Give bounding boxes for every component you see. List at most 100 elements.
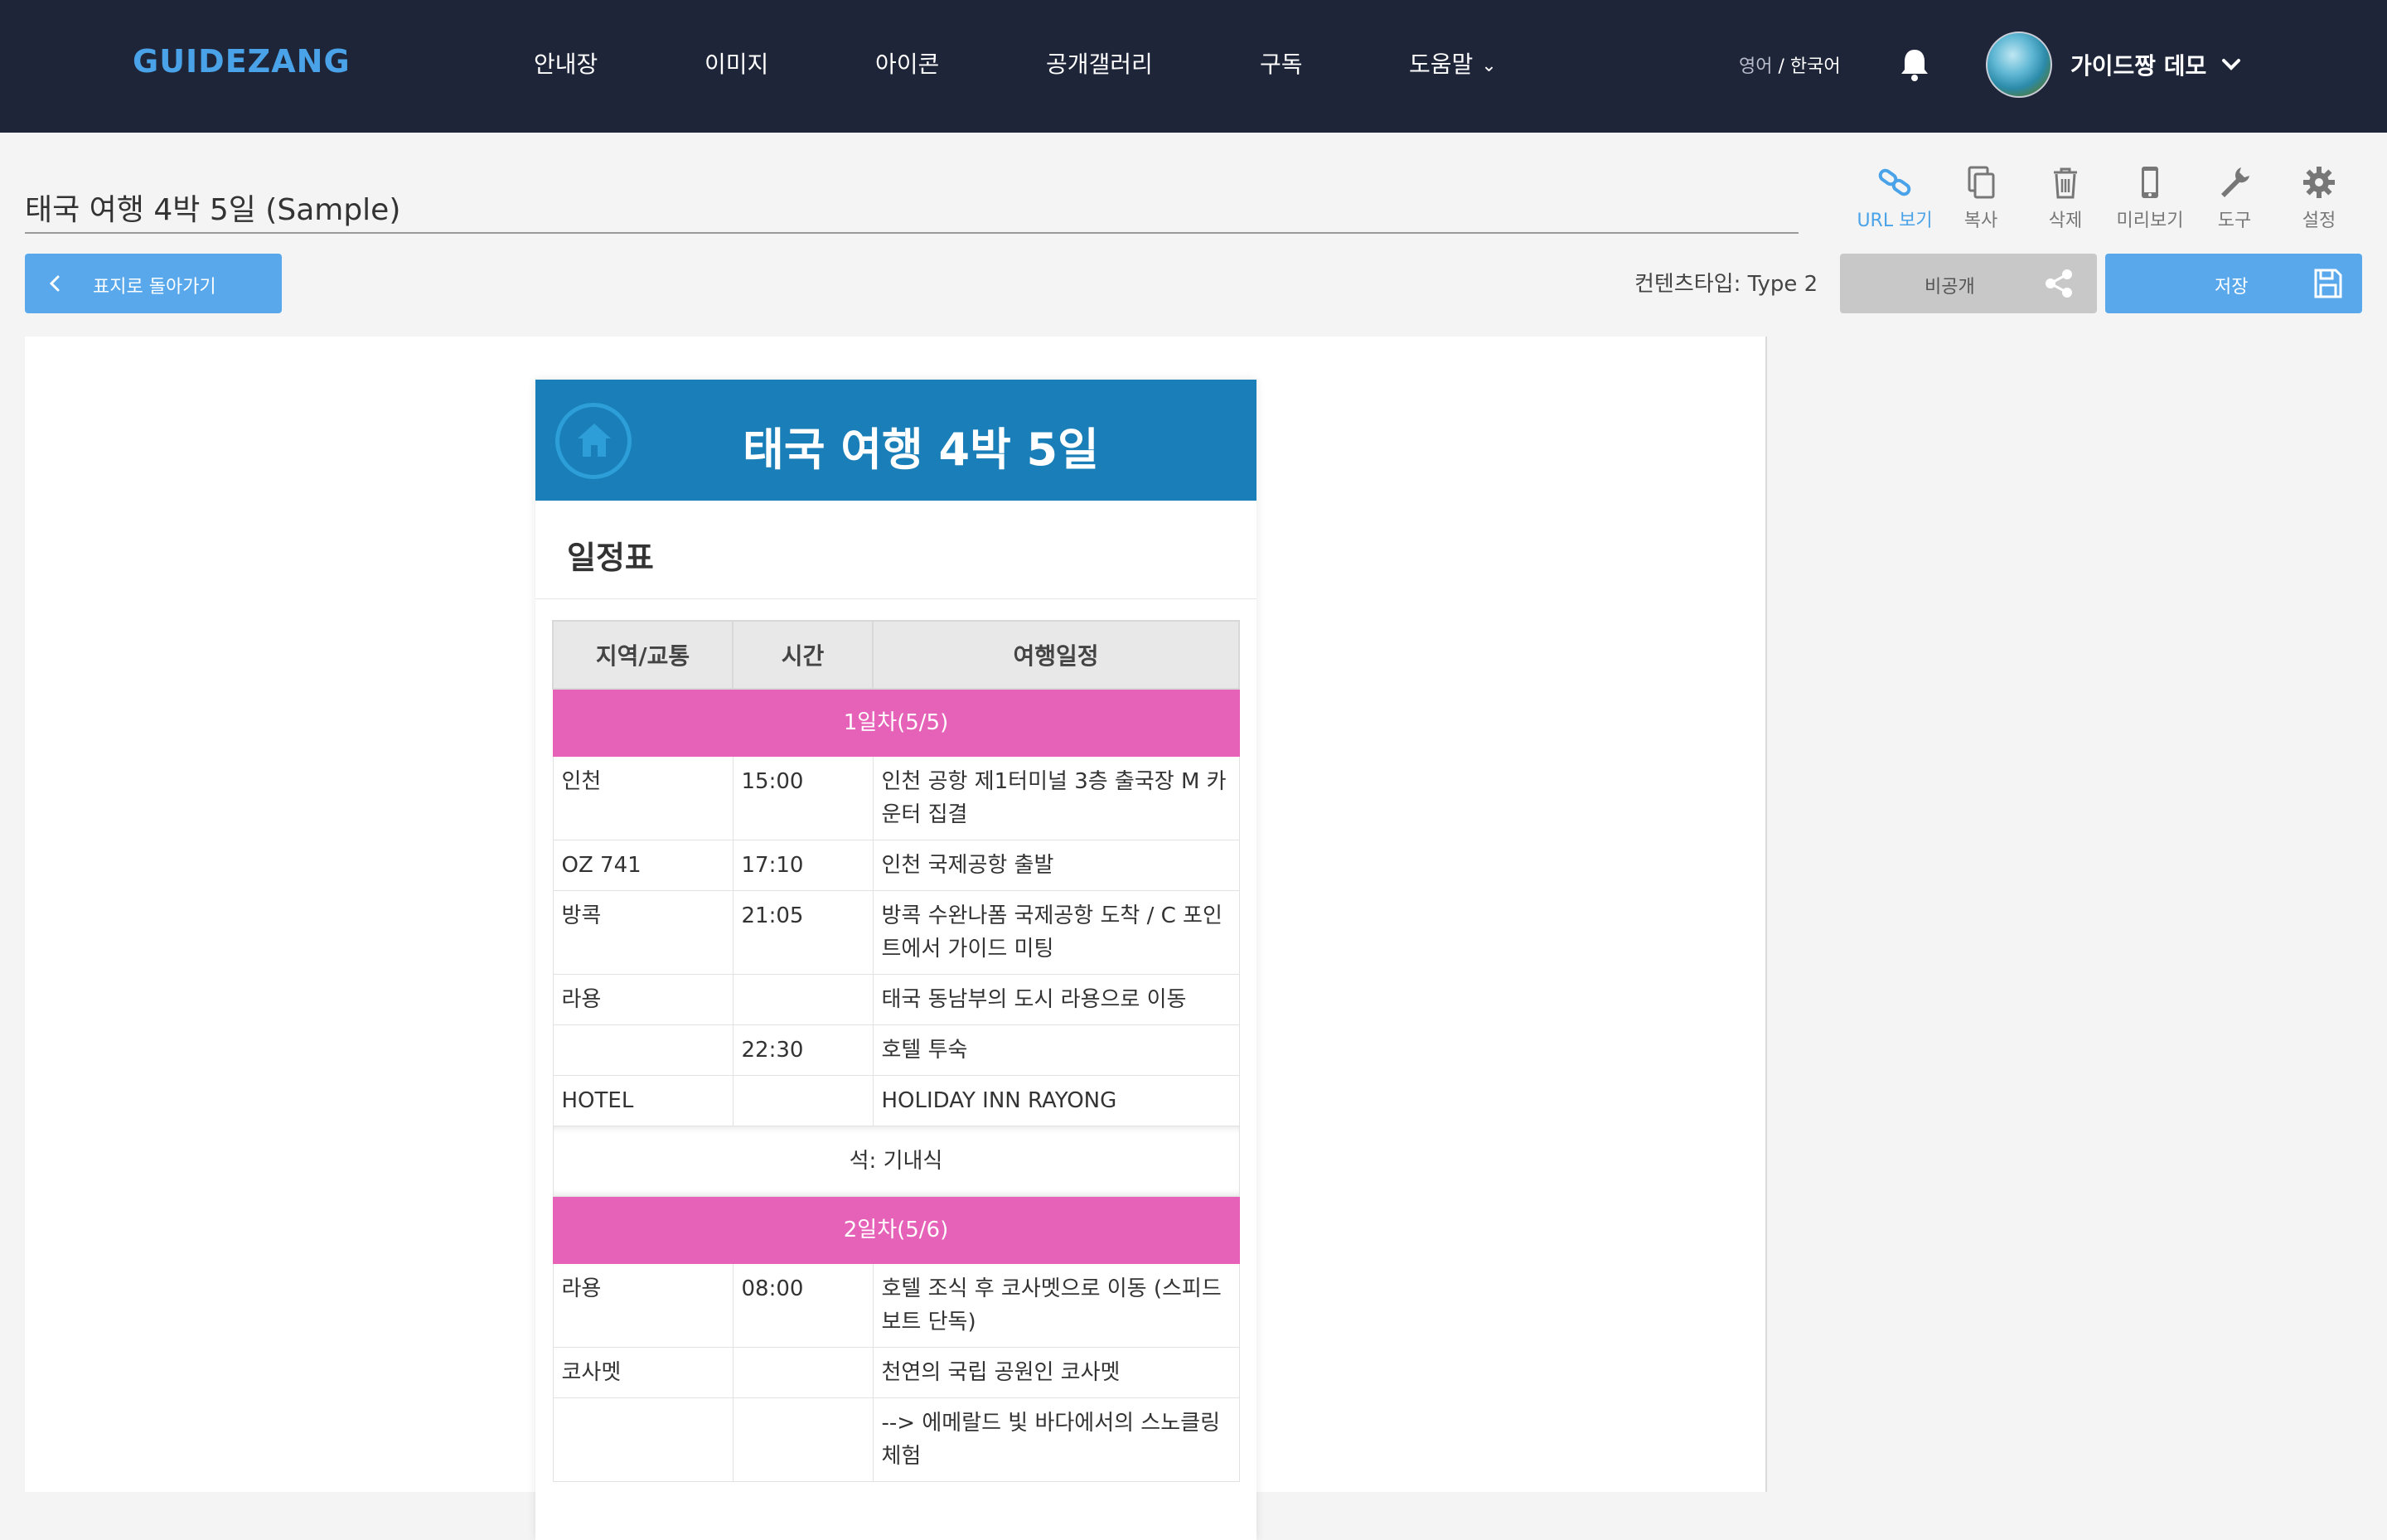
table-row: 방콕 21:05 방콕 수완나폼 국제공항 도착 / C 포인트에서 가이드 미…: [552, 890, 1240, 975]
settings-button[interactable]: 설정: [2278, 164, 2360, 232]
card-title: 태국 여행 4박 5일: [743, 424, 1099, 476]
cell-region: HOTEL: [552, 1075, 734, 1126]
title-underline: [25, 232, 1799, 234]
cell-time: 22:30: [732, 1024, 874, 1076]
lang-english[interactable]: 영어: [1739, 56, 1772, 77]
header-itinerary: 여행일정: [872, 620, 1240, 690]
nav-item-public-gallery[interactable]: 공개갤러리: [1046, 46, 1153, 80]
document-title[interactable]: 태국 여행 4박 5일 (Sample): [25, 186, 400, 229]
cell-time: 08:00: [732, 1263, 874, 1348]
day-label: 2일차(5/6): [552, 1196, 1240, 1264]
avatar[interactable]: [1986, 31, 2052, 98]
save-label: 저장: [2215, 277, 2249, 298]
cell-time: [732, 1075, 874, 1126]
nav-item-help[interactable]: 도움말 ⌄: [1409, 46, 1497, 80]
share-icon: [2046, 269, 2072, 298]
cell-region: 라용: [552, 1263, 734, 1348]
save-disk-icon: [2314, 269, 2342, 298]
logo[interactable]: GUIDEZANG: [133, 43, 351, 80]
user-name[interactable]: 가이드짱 데모: [2070, 48, 2206, 81]
url-view-label: URL 보기: [1857, 211, 1933, 231]
cell-time: [732, 974, 874, 1025]
day-row: 1일차(5/5): [552, 688, 1240, 757]
copy-button[interactable]: 복사: [1939, 164, 2022, 232]
table-row: --> 에메랄드 빛 바다에서의 스노클링 체험: [552, 1397, 1240, 1482]
nav-item-subscribe[interactable]: 구독: [1260, 46, 1303, 80]
copy-icon: [1968, 166, 1995, 199]
bell-icon[interactable]: [1898, 46, 1931, 83]
schedule-table: 지역/교통 시간 여행일정 1일차(5/5) 인천 15:00 인천 공항 제1…: [552, 620, 1240, 1482]
cell-itinerary: 호텔 조식 후 코사멧으로 이동 (스피드보트 단독): [872, 1263, 1240, 1348]
table-row: 라용 08:00 호텔 조식 후 코사멧으로 이동 (스피드보트 단독): [552, 1263, 1240, 1348]
cell-time: 17:10: [732, 840, 874, 891]
meal-row: 석: 기내식: [552, 1126, 1240, 1197]
cell-region: OZ 741: [552, 840, 734, 891]
cell-region: 방콕: [552, 890, 734, 975]
top-navigation-bar: GUIDEZANG 안내장 이미지 아이콘 공개갤러리 구독 도움말 ⌄ 영어 /…: [0, 0, 2387, 133]
nav-item-images[interactable]: 이미지: [704, 46, 768, 80]
cell-itinerary: 태국 동남부의 도시 라용으로 이동: [872, 974, 1240, 1025]
cell-region: [552, 1024, 734, 1076]
private-toggle-button[interactable]: 비공개: [1840, 254, 2097, 313]
private-label: 비공개: [1925, 277, 1975, 298]
day-row: 2일차(5/6): [552, 1196, 1240, 1264]
header-region: 지역/교통: [552, 620, 734, 690]
meal-info: 석: 기내식: [552, 1126, 1240, 1197]
card-header: 태국 여행 4박 5일: [535, 380, 1256, 501]
mobile-icon: [2142, 167, 2158, 198]
language-switcher[interactable]: 영어 / 한국어: [1739, 51, 1841, 78]
cell-itinerary: 인천 공항 제1터미널 3층 출국장 M 카운터 집결: [872, 756, 1240, 840]
table-row: OZ 741 17:10 인천 국제공항 출발: [552, 840, 1240, 891]
cell-time: 21:05: [732, 890, 874, 975]
trash-icon: [2054, 167, 2077, 199]
cell-itinerary: HOLIDAY INN RAYONG: [872, 1075, 1240, 1126]
gear-icon: [2303, 167, 2335, 198]
table-row: 라용 태국 동남부의 도시 라용으로 이동: [552, 974, 1240, 1025]
header-time: 시간: [732, 620, 874, 690]
nav-item-icons[interactable]: 아이콘: [875, 46, 939, 80]
table-row: 코사멧 천연의 국립 공원인 코사멧: [552, 1347, 1240, 1398]
lang-separator: /: [1772, 56, 1790, 77]
cell-itinerary: --> 에메랄드 빛 바다에서의 스노클링 체험: [872, 1397, 1240, 1482]
tools-label: 도구: [2217, 211, 2252, 231]
table-header-row: 지역/교통 시간 여행일정: [552, 620, 1240, 690]
back-to-cover-button[interactable]: 표지로 돌아가기: [25, 254, 282, 313]
delete-button[interactable]: 삭제: [2024, 164, 2107, 232]
preview-label: 미리보기: [2116, 211, 2184, 231]
cell-time: [732, 1397, 874, 1482]
copy-label: 복사: [1963, 211, 1998, 231]
table-row: 인천 15:00 인천 공항 제1터미널 3층 출국장 M 카운터 집결: [552, 756, 1240, 840]
cell-time: 15:00: [732, 756, 874, 840]
settings-label: 설정: [2302, 211, 2336, 231]
day-label: 1일차(5/5): [552, 688, 1240, 757]
cell-time: [732, 1347, 874, 1398]
cell-region: 라용: [552, 974, 734, 1025]
link-icon: [1878, 168, 1911, 196]
section-header: 일정표: [535, 501, 1256, 599]
chevron-down-icon: ⌄: [1481, 55, 1497, 76]
save-button[interactable]: 저장: [2105, 254, 2362, 313]
cell-itinerary: 인천 국제공항 출발: [872, 840, 1240, 891]
cell-itinerary: 천연의 국립 공원인 코사멧: [872, 1347, 1240, 1398]
table-row: 22:30 호텔 투숙: [552, 1024, 1240, 1076]
wrench-icon: [2221, 167, 2249, 197]
url-view-button[interactable]: URL 보기: [1853, 164, 1936, 232]
nav-item-guide[interactable]: 안내장: [534, 46, 598, 80]
cell-region: 인천: [552, 756, 734, 840]
chevron-left-icon: [49, 275, 60, 292]
editor-canvas: 태국 여행 4박 5일 일정표 지역/교통 시간 여행일정 1일차(5/5) 인…: [25, 337, 1767, 1540]
table-row: HOTEL HOLIDAY INN RAYONG: [552, 1075, 1240, 1126]
delete-label: 삭제: [2048, 211, 2083, 231]
content-type-label: 컨텐츠타입: Type 2: [1634, 272, 1818, 297]
cell-itinerary: 호텔 투숙: [872, 1024, 1240, 1076]
guide-card[interactable]: 태국 여행 4박 5일 일정표 지역/교통 시간 여행일정 1일차(5/5) 인…: [535, 380, 1256, 1540]
cell-itinerary: 방콕 수완나폼 국제공항 도착 / C 포인트에서 가이드 미팅: [872, 890, 1240, 975]
lang-korean[interactable]: 한국어: [1790, 56, 1841, 77]
section-title: 일정표: [567, 540, 654, 576]
cell-region: 코사멧: [552, 1347, 734, 1398]
cell-region: [552, 1397, 734, 1482]
tools-button[interactable]: 도구: [2193, 164, 2276, 232]
back-to-cover-label: 표지로 돌아가기: [93, 277, 216, 298]
chevron-down-icon[interactable]: [2218, 51, 2244, 78]
preview-button[interactable]: 미리보기: [2109, 164, 2191, 232]
